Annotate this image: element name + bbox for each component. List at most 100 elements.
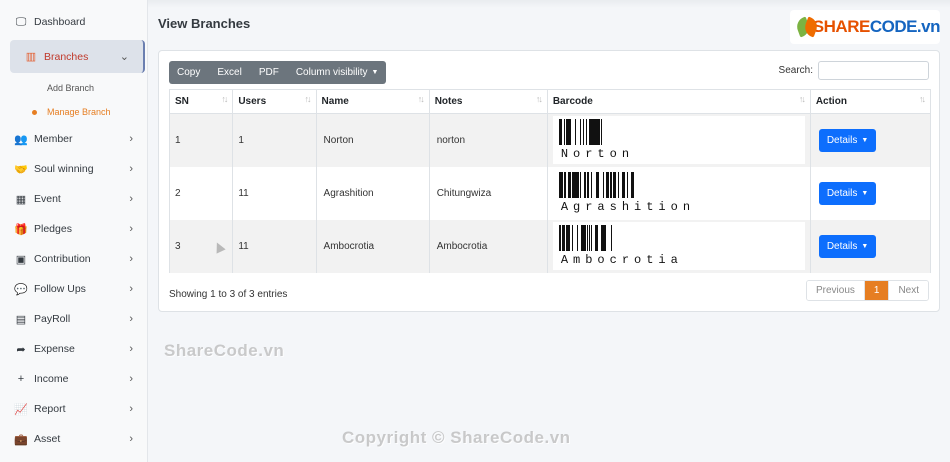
caret-down-icon: ▼ bbox=[861, 189, 869, 197]
sidebar-item-follow-ups[interactable]: 💬 Follow Ups › bbox=[0, 274, 147, 304]
details-button[interactable]: Details ▼ bbox=[818, 181, 877, 205]
details-button[interactable]: Details ▼ bbox=[818, 128, 877, 152]
users-icon: 👥 bbox=[14, 133, 28, 146]
column-header-sn[interactable]: SN ↑↓ bbox=[168, 89, 234, 114]
chevron-right-icon: › bbox=[129, 133, 133, 145]
barcode-image: Norton bbox=[552, 116, 805, 165]
briefcase-icon: 💼 bbox=[14, 433, 28, 446]
barcode-text: Agrashition bbox=[560, 200, 696, 214]
next-page-button[interactable]: Next bbox=[888, 281, 928, 300]
branches-card: Copy Excel PDF Column visibility ▼ Searc… bbox=[158, 50, 940, 312]
search-input[interactable] bbox=[818, 61, 929, 80]
sidebar-item-contribution[interactable]: ▣ Contribution › bbox=[0, 244, 147, 274]
cell-barcode: Ambocrotia bbox=[546, 219, 811, 273]
page-title: View Branches bbox=[158, 16, 251, 31]
chart-icon: 📈 bbox=[14, 403, 28, 416]
cell-users: 11 bbox=[232, 219, 317, 273]
sidebar-item-soul-winning[interactable]: 🤝 Soul winning › bbox=[0, 154, 147, 184]
plus-icon: + bbox=[17, 373, 25, 385]
page-1-button[interactable]: 1 bbox=[863, 281, 889, 300]
cell-sn: 1 bbox=[168, 113, 234, 167]
handshake-icon: 🤝 bbox=[14, 163, 28, 176]
sidebar-item-branches[interactable]: ▥ Branches ⌄ bbox=[10, 40, 145, 73]
column-header-name[interactable]: Name ↑↓ bbox=[315, 89, 430, 114]
sidebar-subitem-label: Add Branch bbox=[47, 83, 95, 93]
cell-barcode: Norton bbox=[546, 113, 811, 167]
chevron-right-icon: › bbox=[129, 313, 133, 325]
barcode-image: Agrashition bbox=[552, 169, 805, 217]
cell-name: Norton bbox=[315, 113, 430, 167]
caret-down-icon: ▼ bbox=[861, 136, 869, 144]
sidebar-item-label: Branches bbox=[44, 50, 89, 63]
sidebar-item-label: PayRoll bbox=[34, 313, 71, 325]
sidebar-subitem-label: Manage Branch bbox=[47, 107, 111, 117]
sidebar-item-income[interactable]: + Income › bbox=[0, 364, 147, 394]
sharecode-logo: SHARECODE.vn bbox=[790, 10, 941, 44]
sidebar-item-expense[interactable]: ➦ Expense › bbox=[0, 334, 147, 364]
previous-page-button[interactable]: Previous bbox=[806, 281, 864, 300]
table-row: 1 1 Norton norton Norton Details ▼ bbox=[168, 113, 932, 167]
export-buttons: Copy Excel PDF Column visibility ▼ bbox=[169, 61, 387, 84]
chevron-right-icon: › bbox=[129, 163, 133, 175]
details-label: Details bbox=[826, 187, 858, 199]
money-icon: ▣ bbox=[15, 253, 27, 266]
logo-leaf-icon bbox=[794, 14, 820, 40]
cell-name: Ambocrotia bbox=[315, 219, 430, 273]
building-icon: ▥ bbox=[25, 51, 37, 63]
share-icon: ➦ bbox=[16, 343, 26, 356]
sidebar-item-event[interactable]: ▦ Event › bbox=[0, 184, 147, 214]
copyright-watermark: Copyright © ShareCode.vn bbox=[342, 428, 571, 447]
cell-notes: Ambocrotia bbox=[428, 219, 548, 273]
caret-down-icon: ▼ bbox=[371, 69, 379, 76]
sidebar-item-member[interactable]: 👥 Member › bbox=[0, 124, 147, 154]
chevron-right-icon: › bbox=[129, 433, 133, 445]
copy-button[interactable]: Copy bbox=[169, 61, 208, 84]
excel-button[interactable]: Excel bbox=[208, 61, 249, 84]
chevron-right-icon: › bbox=[129, 283, 133, 295]
sidebar-item-payroll[interactable]: ▤ PayRoll › bbox=[0, 304, 147, 334]
cell-notes: norton bbox=[428, 113, 548, 167]
calendar-icon: ▦ bbox=[15, 193, 27, 206]
column-visibility-button[interactable]: Column visibility ▼ bbox=[286, 61, 387, 84]
sidebar-item-report[interactable]: 📈 Report › bbox=[0, 394, 147, 424]
column-header-action[interactable]: Action ↑↓ bbox=[809, 89, 932, 114]
sidebar-item-label: Pledges bbox=[34, 223, 72, 235]
sort-icon: ↑↓ bbox=[535, 94, 543, 104]
sidebar-item-dashboard[interactable]: 🖵 Dashboard bbox=[0, 8, 147, 36]
barcode-text: Ambocrotia bbox=[560, 253, 683, 267]
pagination: Previous 1 Next bbox=[805, 280, 929, 301]
sidebar-item-label: Expense bbox=[34, 343, 75, 355]
top-bar bbox=[148, 0, 950, 8]
details-label: Details bbox=[826, 134, 858, 146]
sidebar-subitem-add-branch[interactable]: Add Branch bbox=[0, 76, 147, 100]
cell-barcode: Agrashition bbox=[546, 166, 811, 220]
logo-text-share: SHARE bbox=[812, 17, 871, 36]
sidebar-item-pledges[interactable]: 🎁 Pledges › bbox=[0, 214, 147, 244]
sidebar-item-label: Dashboard bbox=[34, 16, 86, 28]
sidebar: 🖵 Dashboard ▥ Branches ⌄ Add Branch Mana… bbox=[0, 0, 148, 462]
table-row: 2 11 Agrashition Chitungwiza Agrashition Deta… bbox=[168, 166, 932, 220]
sidebar-item-asset[interactable]: 💼 Asset › bbox=[0, 424, 147, 454]
gift-icon: 🎁 bbox=[14, 223, 28, 236]
active-dot-icon bbox=[32, 109, 37, 115]
main-content: View Branches SHARECODE.vn Copy Excel PD… bbox=[148, 0, 950, 462]
chevron-down-icon: ⌄ bbox=[119, 51, 129, 63]
sidebar-item-label: Report bbox=[34, 403, 66, 415]
pdf-button[interactable]: PDF bbox=[249, 61, 287, 84]
sort-icon: ↑↓ bbox=[798, 94, 806, 104]
details-button[interactable]: Details ▼ bbox=[818, 234, 877, 258]
column-header-users[interactable]: Users ↑↓ bbox=[232, 89, 317, 114]
sidebar-subitem-manage-branch[interactable]: Manage Branch bbox=[0, 100, 147, 124]
monitor-icon: 🖵 bbox=[15, 15, 27, 28]
table-row: 3 11 Ambocrotia Ambocrotia Ambocrotia Details… bbox=[168, 219, 932, 273]
cell-notes: Chitungwiza bbox=[428, 166, 548, 220]
sidebar-item-label: Event bbox=[34, 193, 61, 205]
column-header-notes[interactable]: Notes ↑↓ bbox=[428, 89, 548, 114]
chevron-right-icon: › bbox=[129, 403, 133, 415]
cell-users: 11 bbox=[232, 166, 317, 220]
column-header-barcode[interactable]: Barcode ↑↓ bbox=[546, 89, 811, 114]
sort-icon: ↑↓ bbox=[919, 94, 926, 104]
chevron-right-icon: › bbox=[129, 253, 133, 265]
cell-action: Details ▼ bbox=[809, 219, 932, 273]
table-header-row: SN ↑↓ Users ↑↓ Name ↑↓ Notes ↑↓ Barcode ↑↓ Ac… bbox=[168, 89, 932, 114]
